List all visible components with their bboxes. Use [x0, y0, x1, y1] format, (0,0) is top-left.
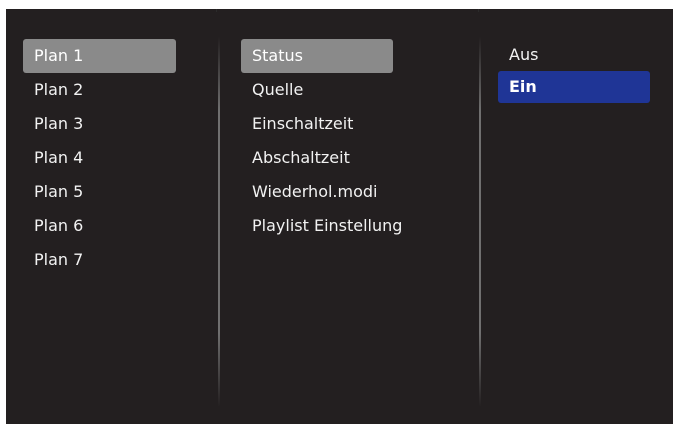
setting-label: Playlist Einstellung [252, 216, 403, 235]
setting-label: Quelle [252, 80, 304, 99]
setting-label: Abschaltzeit [252, 148, 350, 167]
scheduling-menu-screen: Plan 1 Plan 2 Plan 3 Plan 4 Plan 5 Plan … [6, 9, 673, 424]
option-label: Ein [509, 77, 537, 96]
setting-repeat-mode[interactable]: Wiederhol.modi [241, 175, 393, 209]
plan-item-label: Plan 3 [34, 114, 84, 133]
plan-item-3[interactable]: Plan 3 [23, 107, 176, 141]
plan-item-1[interactable]: Plan 1 [23, 39, 176, 73]
plan-item-label: Plan 6 [34, 216, 84, 235]
setting-source[interactable]: Quelle [241, 73, 393, 107]
plan-item-4[interactable]: Plan 4 [23, 141, 176, 175]
plan-item-label: Plan 2 [34, 80, 84, 99]
setting-status[interactable]: Status [241, 39, 393, 73]
plan-item-5[interactable]: Plan 5 [23, 175, 176, 209]
settings-list: Status Quelle Einschaltzeit Abschaltzeit… [241, 39, 402, 243]
plan-list: Plan 1 Plan 2 Plan 3 Plan 4 Plan 5 Plan … [23, 39, 176, 277]
column-divider [218, 37, 220, 407]
top-tick-mark [216, 9, 217, 12]
setting-playlist[interactable]: Playlist Einstellung [241, 209, 402, 243]
setting-label: Status [252, 46, 303, 65]
plan-item-label: Plan 7 [34, 250, 84, 269]
option-list: Aus Ein [498, 39, 650, 103]
option-off[interactable]: Aus [498, 39, 650, 71]
option-on[interactable]: Ein [498, 71, 650, 103]
setting-label: Einschaltzeit [252, 114, 354, 133]
plan-item-6[interactable]: Plan 6 [23, 209, 176, 243]
plan-item-2[interactable]: Plan 2 [23, 73, 176, 107]
plan-item-label: Plan 5 [34, 182, 84, 201]
setting-off-time[interactable]: Abschaltzeit [241, 141, 393, 175]
plan-item-label: Plan 1 [34, 46, 84, 65]
setting-label: Wiederhol.modi [252, 182, 378, 201]
setting-on-time[interactable]: Einschaltzeit [241, 107, 393, 141]
option-label: Aus [509, 45, 539, 64]
plan-item-7[interactable]: Plan 7 [23, 243, 176, 277]
plan-item-label: Plan 4 [34, 148, 84, 167]
column-divider [479, 37, 481, 407]
top-tick-mark [478, 9, 479, 12]
